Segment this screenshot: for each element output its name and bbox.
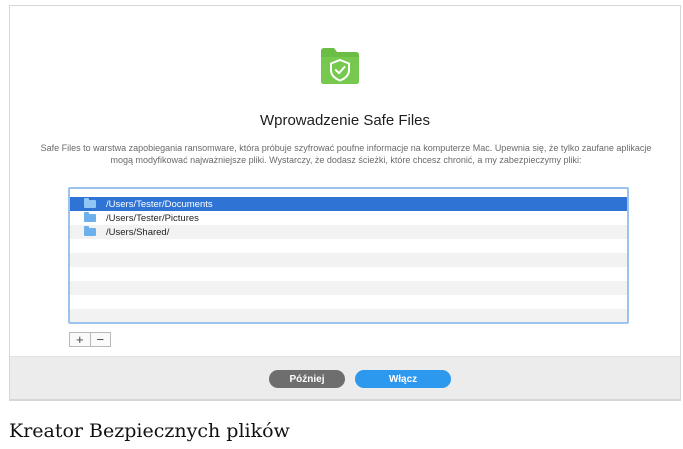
path-row[interactable]: /Users/Tester/Pictures	[70, 211, 627, 225]
folder-shield-icon	[321, 48, 359, 84]
folder-icon	[84, 212, 96, 222]
path-label: /Users/Tester/Documents	[106, 198, 213, 210]
add-remove-control: + −	[69, 332, 111, 347]
folder-icon	[84, 226, 96, 236]
add-path-button[interactable]: +	[70, 333, 90, 346]
folder-icon	[84, 198, 96, 208]
empty-row	[70, 295, 627, 309]
path-row[interactable]: /Users/Shared/	[70, 225, 627, 239]
enable-button[interactable]: Włącz	[355, 370, 451, 388]
path-row[interactable]: /Users/Tester/Documents	[70, 197, 627, 211]
protected-paths-list[interactable]: /Users/Tester/Documents /Users/Tester/Pi…	[68, 187, 629, 324]
path-label: /Users/Tester/Pictures	[106, 212, 199, 224]
dialog-footer: Później Włącz	[10, 356, 680, 399]
dialog-title: Wprowadzenie Safe Files	[259, 112, 431, 129]
empty-row	[70, 267, 627, 281]
safe-files-dialog: Wprowadzenie Safe Files Safe Files to wa…	[9, 5, 681, 400]
empty-row	[70, 309, 627, 322]
dialog-description: Safe Files to warstwa zapobiegania ranso…	[40, 143, 652, 165]
empty-row	[70, 253, 627, 267]
empty-row	[70, 239, 627, 253]
empty-row	[70, 281, 627, 295]
figure-caption: Kreator Bezpiecznych plików	[9, 420, 290, 442]
remove-path-button[interactable]: −	[89, 333, 111, 346]
later-button[interactable]: Później	[269, 370, 345, 388]
caption-divider	[9, 400, 681, 401]
path-label: /Users/Shared/	[106, 226, 170, 238]
